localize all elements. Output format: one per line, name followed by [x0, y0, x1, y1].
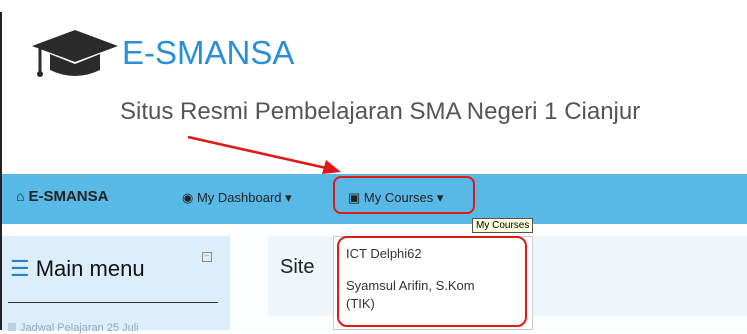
- annotation-arrow: [187, 135, 341, 174]
